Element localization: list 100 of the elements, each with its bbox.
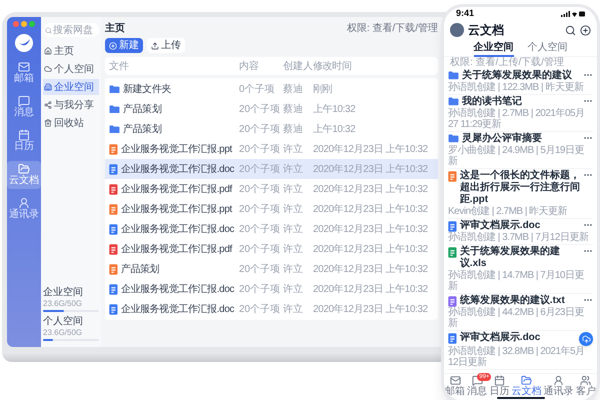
avatar[interactable] [450, 23, 464, 37]
file-name: 产品策划 [123, 122, 162, 136]
folder-icon [448, 71, 459, 80]
sidebar-item[interactable]: 主页 [43, 43, 99, 59]
new-button[interactable]: 新建 [105, 38, 143, 53]
column-header: 内容 [239, 60, 260, 74]
table-cell-text: 蔡迪 [283, 122, 304, 136]
sidebar-item[interactable]: 回收站 [43, 115, 99, 131]
storage-label: 企业空间 [43, 287, 84, 299]
cloud-upload-icon [582, 334, 590, 344]
document-icon [109, 204, 118, 214]
document-icon [109, 164, 118, 174]
table-cell-text: 许立 [283, 202, 304, 216]
file-name[interactable]: 我的读书笔记 [462, 96, 580, 108]
add-icon[interactable] [580, 24, 591, 36]
table-cell-text: 2020年12月23日 上午10:32 [313, 262, 429, 276]
file-name[interactable]: 关于统筹发展效果的建议 [462, 70, 580, 82]
file-meta: 孙语凯创建 | 122.3MB | 昨天更新 [448, 82, 584, 93]
column-header: 修改时间 [313, 60, 352, 74]
table-cell-text: 许立 [283, 282, 304, 296]
docs-icon [18, 163, 30, 175]
table-cell-text: 2020年12月23日 上午10:32 [313, 302, 429, 316]
file-meta: Kevin创建 | 2.7MB | 昨天更新 [448, 206, 568, 217]
home-icon [44, 47, 52, 55]
file-name: 新建文件夹 [123, 82, 172, 96]
table-cell-text: 0个子项 [239, 82, 276, 96]
window-control[interactable] [21, 21, 27, 27]
tab-bar-item[interactable]: 通讯录 [544, 375, 574, 400]
app-title: 云文档 [468, 22, 504, 39]
upload-icon [151, 42, 159, 50]
table-cell-text: 20个子项 [239, 222, 282, 236]
upload-button[interactable]: 上传 [147, 38, 185, 53]
table-cell-text: 20个子项 [239, 102, 282, 116]
file-meta: 孙语凯创建 | 3.7MB | 7月12日更新 [448, 232, 590, 243]
logo-icon [14, 33, 34, 53]
table-row[interactable]: 企业服务视觉工作汇报.doc 20个子项 许立 2020年12月23日 上午10:32 [105, 159, 438, 179]
table-cell-text: 许立 [283, 262, 304, 276]
search-icon[interactable] [565, 24, 576, 36]
table-cell-text: 许立 [283, 242, 304, 256]
permission-note: 权限: 查看/上传/下载/管理 [449, 57, 565, 69]
table-cell-text: 20个子项 [239, 262, 282, 276]
document-icon [109, 144, 118, 154]
tab-bar-item[interactable]: 云文档 [512, 375, 542, 400]
table-cell-text: 2020年12月23日 上午10:32 [313, 162, 429, 176]
status-time: 9:41 [456, 7, 474, 20]
tab-bar-item[interactable]: 日历 [489, 375, 510, 400]
upload-fab[interactable] [579, 332, 593, 346]
table-cell-text: 许立 [283, 142, 304, 156]
sidebar-item[interactable]: 个人空间 [43, 61, 99, 77]
docs-icon [521, 375, 532, 386]
file-meta: 罗小曲创建 | 24.9MB | 5月19日更新 [448, 145, 585, 167]
document-icon [109, 224, 118, 234]
table-cell-text: 20个子项 [239, 202, 282, 216]
breadcrumb: 主页 [105, 21, 125, 36]
file-name: 企业服务视觉工作汇报.doc [120, 282, 234, 296]
folder-icon [448, 134, 459, 143]
file-name[interactable]: 关于统筹发展效果的建议.xls [460, 246, 580, 270]
customer-icon [580, 375, 592, 386]
file-name[interactable]: 这是一个很长的文件标题，超出折行展示一行注意行间距.ppt [460, 170, 580, 206]
file-name[interactable]: 灵犀办公评审摘要 [462, 133, 580, 145]
document-icon [448, 247, 457, 258]
file-name: 产品策划 [120, 262, 160, 276]
table-cell-text: 2020年12月23日 上午10:32 [313, 242, 429, 256]
document-icon [109, 304, 118, 314]
file-name: 企业服务视觉工作汇报.pdf [120, 182, 232, 196]
document-icon [448, 221, 457, 232]
file-name: 企业服务视觉工作汇报.ppt [120, 142, 232, 156]
cloud-icon [44, 65, 52, 73]
file-name: 企业服务视觉工作汇报.doc [120, 162, 234, 176]
sidebar-item[interactable]: 与我分享 [43, 97, 99, 113]
tab[interactable]: 企业空间 [474, 40, 514, 57]
calendar-icon [18, 129, 30, 141]
permission-note: 权限: 查看/下载/管理 [346, 22, 438, 36]
mail-icon [450, 375, 461, 386]
home-indicator [496, 397, 544, 399]
file-meta: 孙语凯创建 | 44.2MB | 6月23日更新 [448, 307, 585, 329]
file-name: 企业服务视觉工作汇报.doc [120, 222, 234, 236]
calendar-icon [494, 375, 505, 386]
share-icon [44, 101, 52, 109]
folder-icon [448, 97, 459, 106]
table-cell-text: 20个子项 [239, 122, 282, 136]
table-cell-text: 20个子项 [239, 162, 282, 176]
sidebar-item[interactable]: 企业空间 [43, 79, 99, 95]
search-icon [45, 26, 52, 34]
document-icon [448, 171, 457, 182]
table-cell-text: 20个子项 [239, 282, 282, 296]
file-name[interactable]: 评审文档展示.doc [460, 220, 580, 232]
folder-icon [109, 84, 120, 94]
table-cell-text: 2020年12月23日 上午10:32 [313, 182, 429, 196]
storage-reading: 23.6G/50G [43, 328, 84, 338]
search-field[interactable]: 搜索网盘 [43, 23, 99, 37]
table-cell-text: 20个子项 [239, 302, 282, 316]
contacts-icon [553, 375, 564, 386]
file-name[interactable]: 统筹发展效果的建议.txt [460, 295, 580, 307]
column-header: 创建人 [283, 60, 313, 74]
file-name[interactable]: 评审文档展示.doc [460, 332, 576, 344]
tab-bar-item[interactable]: 客户 [576, 375, 596, 400]
document-icon [109, 264, 118, 274]
tab[interactable]: 个人空间 [528, 40, 568, 57]
table-cell-text: 蔡迪 [283, 102, 304, 116]
